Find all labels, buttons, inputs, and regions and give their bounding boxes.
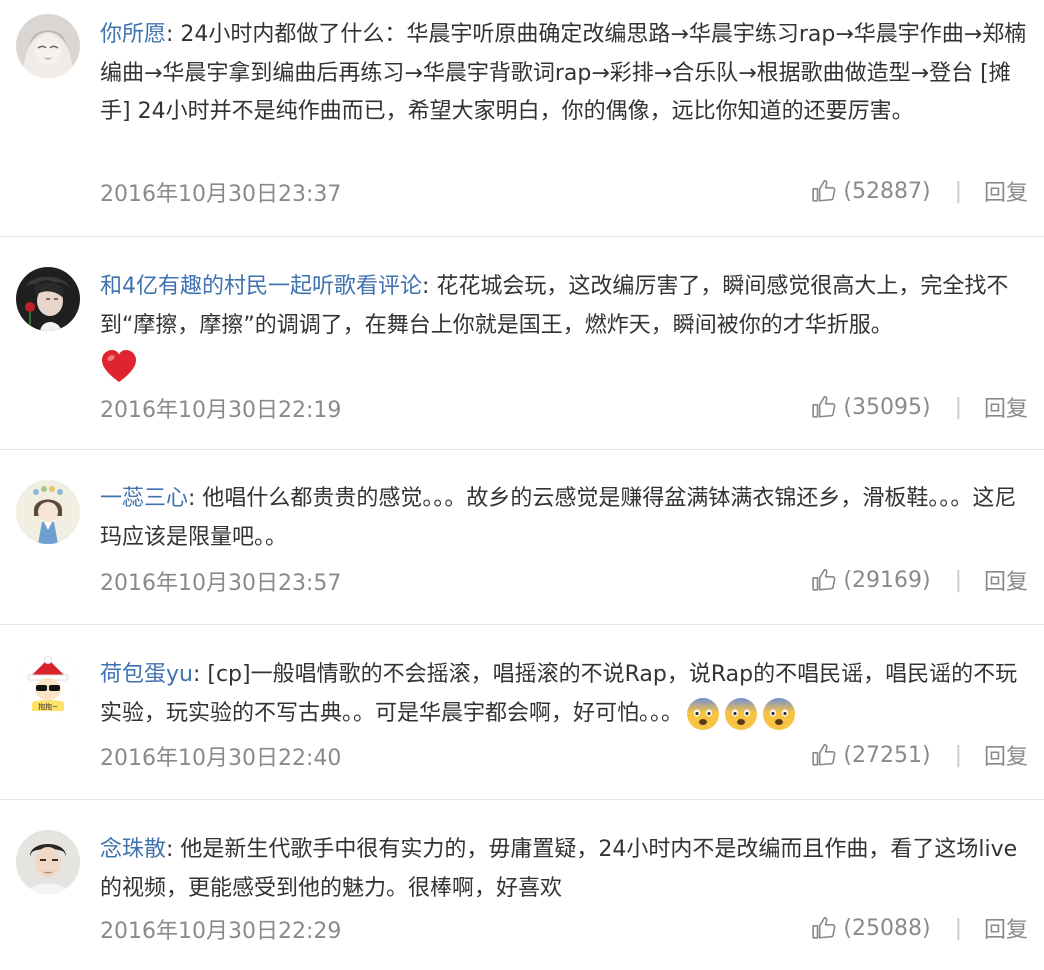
action-divider: | [954,567,962,593]
reply-button[interactable]: 回复 [984,175,1028,207]
comment-author[interactable]: 荷包蛋yu [100,662,193,687]
author-separator: : [166,22,181,47]
reply-button[interactable]: 回复 [984,564,1028,596]
action-divider: | [954,394,962,420]
reply-button[interactable]: 回复 [984,739,1028,771]
comment-actions: (52887) | 回复 [811,176,1028,206]
comment-item: 你所愿: 24小时内都做了什么：华晨宇听原曲确定改编思路→华晨宇练习rap→华晨… [0,0,1044,237]
comment-actions: (27251) | 回复 [811,740,1028,770]
comment-text: 他是新生代歌手中很有实力的，毋庸置疑，24小时内不是改编而且作曲，看了这场liv… [100,837,1018,901]
comment-time: 2016年10月30日22:40 [100,746,342,771]
like-button[interactable]: (27251) [811,742,931,768]
author-separator: : [422,274,437,299]
comment-body: 和4亿有趣的村民一起听歌看评论: 花花城会玩，这改编厉害了，瞬间感觉很高大上，完… [100,268,1028,383]
avatar-caption: 抱抱~ [38,702,58,711]
avatar-image [16,830,80,894]
like-count: (29169) [843,567,931,593]
avatar[interactable] [16,14,80,78]
author-separator: : [166,837,181,862]
avatar-image [16,267,80,331]
comment-meta: 2016年10月30日22:40 (27251) | 回复 [100,740,1028,772]
avatar[interactable]: 抱抱~ [16,655,80,719]
fearful-face-emoji [687,697,720,730]
avatar-image [16,480,80,544]
reply-button[interactable]: 回复 [984,912,1028,944]
like-button[interactable]: (52887) [811,178,931,204]
comment-list: 你所愿: 24小时内都做了什么：华晨宇听原曲确定改编思路→华晨宇练习rap→华晨… [0,0,1044,970]
comment-actions: (35095) | 回复 [811,392,1028,422]
comment-actions: (25088) | 回复 [811,913,1028,943]
comment-meta: 2016年10月30日23:57 (29169) | 回复 [100,565,1028,597]
author-separator: : [188,486,203,511]
comment-author[interactable]: 念珠散 [100,837,166,862]
avatar-image [16,14,80,78]
comment-item: 抱抱~ 荷包蛋yu: [cp]一般唱情歌的不会摇滚，唱摇滚的不说Rap，说Rap… [0,625,1044,800]
comment-body: 你所愿: 24小时内都做了什么：华晨宇听原曲确定改编思路→华晨宇练习rap→华晨… [100,16,1028,132]
thumbs-up-icon [812,568,836,591]
comment-author[interactable]: 一蕊三心 [100,486,188,511]
like-button[interactable]: (29169) [811,567,931,593]
comment-item: 和4亿有趣的村民一起听歌看评论: 花花城会玩，这改编厉害了，瞬间感觉很高大上，完… [0,237,1044,450]
comment-body: 念珠散: 他是新生代歌手中很有实力的，毋庸置疑，24小时内不是改编而且作曲，看了… [100,831,1028,908]
avatar-image: 抱抱~ [16,655,80,719]
comment-time: 2016年10月30日22:19 [100,398,342,423]
action-divider: | [954,178,962,204]
comment-item: 一蕊三心: 他唱什么都贵贵的感觉。。。故乡的云感觉是赚得盆满钵满衣锦还乡，滑板鞋… [0,450,1044,625]
comment-meta: 2016年10月30日22:29 (25088) | 回复 [100,913,1028,945]
comment-actions: (29169) | 回复 [811,565,1028,595]
heart-emoji [102,350,136,382]
comment-body: 荷包蛋yu: [cp]一般唱情歌的不会摇滚，唱摇滚的不说Rap，说Rap的不唱民… [100,656,1028,733]
thumbs-up-icon [812,916,836,939]
action-divider: | [954,915,962,941]
comment-meta: 2016年10月30日23:37 (52887) | 回复 [100,176,1028,208]
author-separator: : [192,662,208,687]
comment-time: 2016年10月30日22:29 [100,919,342,944]
comment-text: 24小时内都做了什么：华晨宇听原曲确定改编思路→华晨宇练习rap→华晨宇作曲→郑… [100,22,1027,124]
like-count: (52887) [843,178,931,204]
like-count: (35095) [843,394,931,420]
thumbs-up-icon [812,395,836,418]
reply-button[interactable]: 回复 [984,391,1028,423]
avatar[interactable] [16,480,80,544]
fearful-face-emoji [763,697,796,730]
thumbs-up-icon [812,179,836,202]
avatar[interactable] [16,267,80,331]
emoji-line [100,345,1028,383]
action-divider: | [954,742,962,768]
comment-body: 一蕊三心: 他唱什么都贵贵的感觉。。。故乡的云感觉是赚得盆满钵满衣锦还乡，滑板鞋… [100,480,1028,557]
comment-text: 他唱什么都贵贵的感觉。。。故乡的云感觉是赚得盆满钵满衣锦还乡，滑板鞋。。。这尼玛… [100,486,1017,550]
comment-author[interactable]: 你所愿 [100,22,166,47]
like-button[interactable]: (35095) [811,394,931,420]
like-count: (25088) [843,915,931,941]
comment-author[interactable]: 和4亿有趣的村民一起听歌看评论 [100,274,422,299]
like-button[interactable]: (25088) [811,915,931,941]
thumbs-up-icon [812,743,836,766]
like-count: (27251) [843,742,931,768]
comment-text: [cp]一般唱情歌的不会摇滚，唱摇滚的不说Rap，说Rap的不唱民谣，唱民谣的不… [100,662,1018,726]
fearful-face-emoji [725,697,758,730]
comment-item: 念珠散: 他是新生代歌手中很有实力的，毋庸置疑，24小时内不是改编而且作曲，看了… [0,800,1044,970]
comment-time: 2016年10月30日23:57 [100,571,342,596]
comment-time: 2016年10月30日23:37 [100,182,342,207]
comment-meta: 2016年10月30日22:19 (35095) | 回复 [100,392,1028,424]
avatar[interactable] [16,830,80,894]
